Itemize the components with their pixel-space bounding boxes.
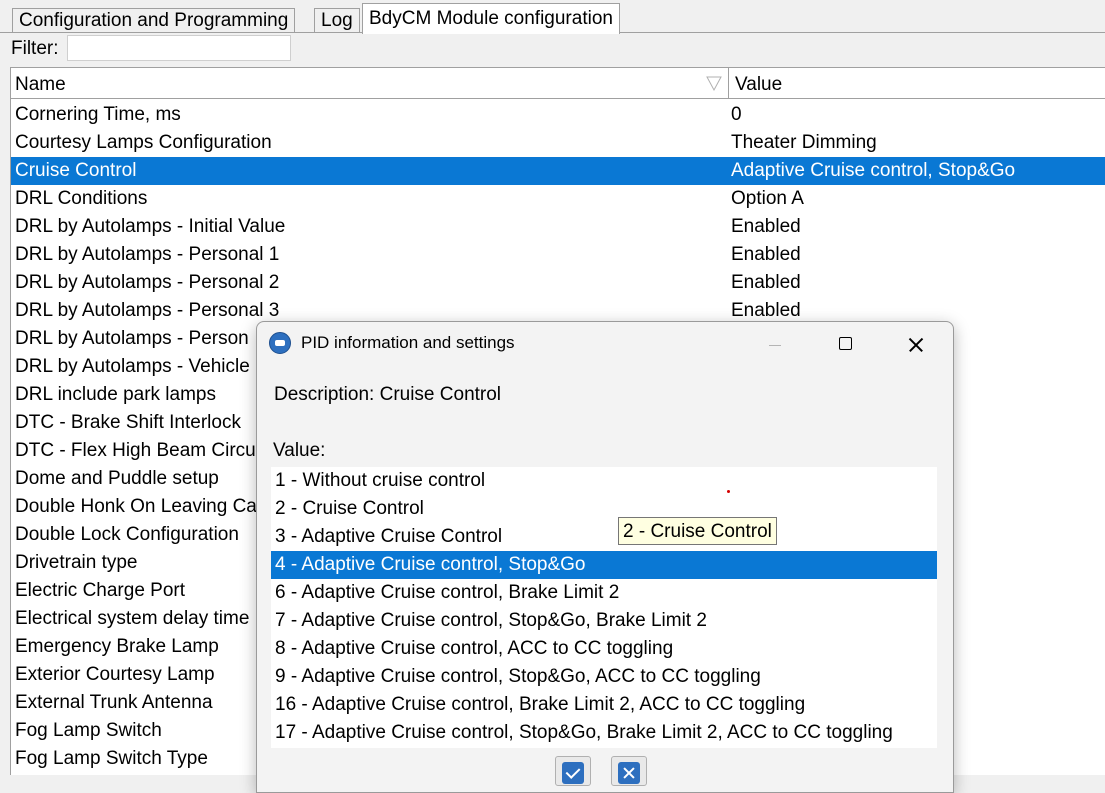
list-item[interactable]: 1 - Without cruise control — [271, 467, 937, 495]
table-row[interactable]: DRL by Autolamps - Personal 1 Enabled — [11, 241, 1105, 269]
close-button[interactable] — [893, 328, 939, 360]
row-value: Theater Dimming — [731, 132, 877, 153]
row-name: DRL by Autolamps - Person — [15, 328, 249, 349]
row-name: DRL Conditions — [15, 188, 148, 209]
list-item[interactable]: 8 - Adaptive Cruise control, ACC to CC t… — [271, 635, 937, 663]
row-name: DRL by Autolamps - Personal 2 — [15, 272, 280, 293]
value-listbox[interactable]: 1 - Without cruise control 2 - Cruise Con… — [271, 467, 937, 748]
minimize-icon — [751, 328, 797, 360]
column-separator[interactable] — [728, 68, 729, 99]
column-header-name[interactable]: Name — [15, 72, 66, 98]
column-header-value[interactable]: Value — [735, 72, 782, 98]
table-row[interactable]: Courtesy Lamps Configuration Theater Dimm… — [11, 129, 1105, 157]
row-value: Enabled — [731, 216, 801, 237]
tab-bdycm-module-configuration[interactable]: BdyCM Module configuration — [362, 3, 620, 34]
list-item[interactable]: 17 - Adaptive Cruise control, Stop&Go, B… — [271, 719, 937, 747]
list-item[interactable]: 4 - Adaptive Cruise control, Stop&Go — [271, 551, 937, 579]
row-name: DRL by Autolamps - Initial Value — [15, 216, 286, 237]
cursor-dot — [727, 490, 730, 493]
filter-label: Filter: — [11, 38, 59, 59]
filter-bar: Filter: — [0, 33, 1105, 67]
x-icon — [618, 762, 640, 784]
sort-descending-icon — [706, 76, 722, 92]
row-name: DRL include park lamps — [15, 384, 216, 405]
tab-bar: Configuration and Programming Log BdyCM … — [0, 0, 1105, 34]
list-item[interactable]: 7 - Adaptive Cruise control, Stop&Go, Br… — [271, 607, 937, 635]
tab-configuration-and-programming[interactable]: Configuration and Programming — [12, 8, 296, 33]
tooltip: 2 - Cruise Control — [618, 517, 777, 545]
dialog-titlebar[interactable]: PID information and settings — [257, 322, 953, 366]
row-value: Enabled — [731, 244, 801, 265]
row-name: Fog Lamp Switch — [15, 720, 162, 741]
row-name: Courtesy Lamps Configuration — [15, 132, 272, 153]
ok-button[interactable] — [555, 756, 591, 786]
row-name: DTC - Flex High Beam Circu — [15, 440, 256, 461]
row-name: Emergency Brake Lamp — [15, 636, 219, 657]
table-row[interactable]: DRL by Autolamps - Personal 2 Enabled — [11, 269, 1105, 297]
app-icon — [269, 332, 291, 354]
cancel-button[interactable] — [611, 756, 647, 786]
row-value: 0 — [731, 104, 742, 125]
tab-log[interactable]: Log — [314, 8, 360, 33]
table-row[interactable]: DRL by Autolamps - Initial Value Enabled — [11, 213, 1105, 241]
filter-input[interactable] — [67, 35, 291, 61]
row-name: Electric Charge Port — [15, 580, 186, 601]
row-name: Drivetrain type — [15, 552, 138, 573]
row-name: Double Lock Configuration — [15, 524, 239, 545]
maximize-button[interactable] — [823, 328, 869, 360]
row-name: Dome and Puddle setup — [15, 468, 219, 489]
row-name: Fog Lamp Switch Type — [15, 748, 208, 769]
row-name: Cornering Time, ms — [15, 104, 181, 125]
list-item[interactable]: 2 - Cruise Control — [271, 495, 937, 523]
list-item[interactable]: 3 - Adaptive Cruise Control — [271, 523, 937, 551]
table-row[interactable]: Cruise Control Adaptive Cruise control, S… — [11, 157, 1105, 185]
row-name: DTC - Brake Shift Interlock — [15, 412, 241, 433]
value-label: Value: — [273, 440, 326, 461]
pid-settings-dialog: PID information and settings Description… — [256, 321, 954, 793]
list-item[interactable]: 9 - Adaptive Cruise control, Stop&Go, AC… — [271, 663, 937, 691]
dialog-title: PID information and settings — [301, 333, 515, 352]
row-name: DRL by Autolamps - Personal 3 — [15, 300, 280, 321]
row-value: Enabled — [731, 272, 801, 293]
row-name: External Trunk Antenna — [15, 692, 213, 713]
row-value: Option A — [731, 188, 804, 209]
row-name: DRL by Autolamps - Vehicle — [15, 356, 250, 377]
row-value: Adaptive Cruise control, Stop&Go — [731, 160, 1016, 181]
row-name: Electrical system delay time — [15, 608, 250, 629]
description-text: Description: Cruise Control — [274, 384, 502, 405]
row-name: Double Honk On Leaving Ca — [15, 496, 257, 517]
row-name: Exterior Courtesy Lamp — [15, 664, 215, 685]
checkmark-icon — [562, 762, 584, 784]
table-row[interactable]: DRL Conditions Option A — [11, 185, 1105, 213]
grid-header: Name Value — [11, 67, 1105, 99]
row-name: DRL by Autolamps - Personal 1 — [15, 244, 280, 265]
table-row[interactable]: Cornering Time, ms 0 — [11, 101, 1105, 129]
list-item[interactable]: 16 - Adaptive Cruise control, Brake Limi… — [271, 691, 937, 719]
list-item[interactable]: 6 - Adaptive Cruise control, Brake Limit… — [271, 579, 937, 607]
row-name: Cruise Control — [15, 160, 137, 181]
